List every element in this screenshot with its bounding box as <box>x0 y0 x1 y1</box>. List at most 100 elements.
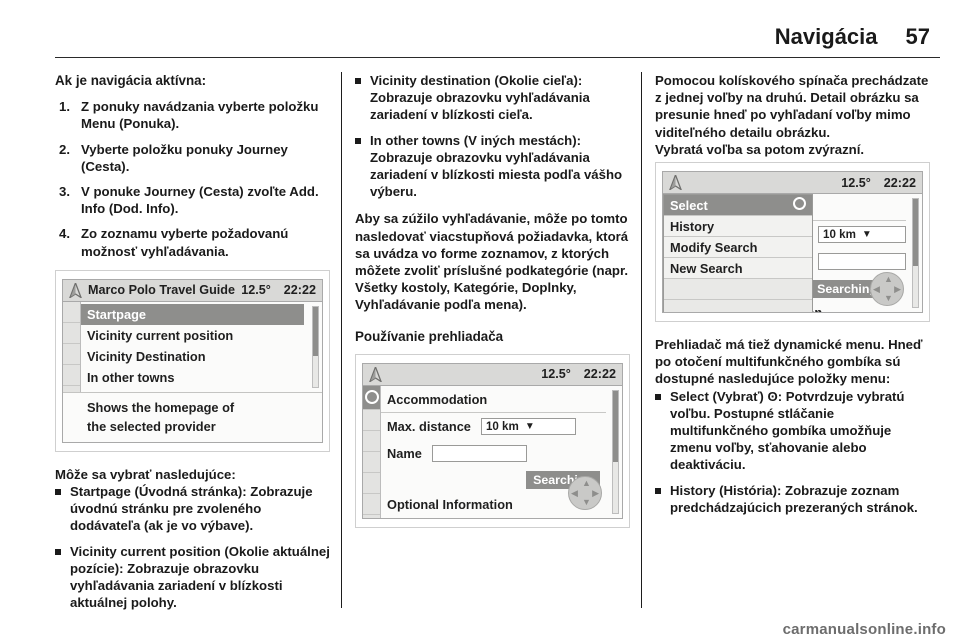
scrollbar-thumb[interactable] <box>313 306 318 357</box>
knob-icon <box>793 195 806 216</box>
menu-item-new-search[interactable]: New Search <box>664 258 812 280</box>
hint-line-1: Shows the homepage of <box>87 399 235 415</box>
col1-steps-list: Z ponuky navádzania vyberte položku Menu… <box>55 98 330 260</box>
dpad-down-icon: ▼ <box>884 293 893 304</box>
navigation-arrow-icon <box>669 175 682 191</box>
page-number: 57 <box>905 24 930 49</box>
dpad-right-icon: ▶ <box>894 284 901 295</box>
select-value: 10 km <box>485 419 519 433</box>
form-row-max-distance: Max. distance 10 km ▼ <box>380 413 606 440</box>
list-item-in-other-towns[interactable]: In other towns <box>80 367 306 388</box>
select-max-distance[interactable]: 10 km ▼ <box>818 226 906 244</box>
chevron-down-icon: ▼ <box>524 420 535 432</box>
chevron-down-icon: ▼ <box>861 229 872 241</box>
left-rail <box>363 385 381 518</box>
col1-bullet-list: Startpage (Úvodná stránka): Zobrazuje úv… <box>55 483 330 611</box>
screen-body: 10 km ▼ Searching ▲ ▼ ◀ ▶ Select History… <box>663 194 922 313</box>
screenshot-marco-polo-travel-guide: Marco Polo Travel Guide 12.5° 22:22 Star… <box>55 269 330 452</box>
select-value: 10 km <box>823 228 856 242</box>
input-name[interactable] <box>818 253 906 271</box>
screenshot-dynamic-menu: 12.5° 22:22 10 km ▼ Searching ▲ ▼ ◀ ▶ Se… <box>655 162 930 323</box>
menu-item-label: Modify Search <box>670 239 758 255</box>
rail-cell <box>63 344 80 365</box>
col3-paragraph-3: Prehliadač má tiež dynamické menu. Hneď … <box>655 337 923 387</box>
temperature-readout: 12.5° <box>841 175 871 190</box>
scrollbar[interactable] <box>912 198 919 309</box>
menu-item-history[interactable]: History <box>664 216 812 238</box>
rail-cell <box>63 302 80 323</box>
rail-cell <box>63 323 80 344</box>
dpad-right-icon: ▶ <box>592 487 599 498</box>
col3-bullet-list: Select (Vybrať) ʘ: Potvrdzuje vybratú vo… <box>655 388 930 516</box>
select-max-distance[interactable]: 10 km ▼ <box>480 417 576 435</box>
list-item: Vicinity destination (Okolie cieľa): Zob… <box>355 72 630 124</box>
screen-body: Accommodation Max. distance 10 km ▼ Name… <box>363 385 622 518</box>
col3-paragraph-2: Vybratá voľba sa potom zvýrazní. <box>655 141 865 157</box>
col2-bullet-list: Vicinity destination (Okolie cieľa): Zob… <box>355 72 630 200</box>
scrollbar[interactable] <box>312 305 319 388</box>
clock-readout: 22:22 <box>583 367 616 382</box>
list-item-vicinity-destination[interactable]: Vicinity Destination <box>80 346 306 367</box>
manual-page: Navigácia 57 Ak je navigácia aktívna: Z … <box>0 0 960 642</box>
dpad-up-icon: ▲ <box>884 274 893 285</box>
list-item-vicinity-current-position[interactable]: Vicinity current position <box>80 325 306 346</box>
col2-paragraph: Aby sa zúžilo vyhľadávanie, môže po tomt… <box>355 211 629 313</box>
scrollbar[interactable] <box>612 389 619 514</box>
rail-cell <box>363 494 380 515</box>
header-divider <box>55 57 940 58</box>
scrollbar-thumb[interactable] <box>913 199 918 266</box>
label-optional-information: Optional Information <box>387 497 513 513</box>
list-item: Vyberte položku ponuky Journey (Cesta). <box>59 141 288 174</box>
page-header: Navigácia 57 <box>55 16 930 50</box>
col2-heading: Používanie prehliadača <box>355 328 504 344</box>
form-title-accommodation: Accommodation <box>380 388 606 413</box>
label-max-distance: Max. distance <box>387 418 471 434</box>
column-3: Pomocou kolískového spínača prechádzate … <box>655 72 930 614</box>
label-name: Name <box>387 445 422 461</box>
list-item: Z ponuky navádzania vyberte položku Menu… <box>59 98 319 132</box>
list-item: Startpage (Úvodná stránka): Zobrazuje úv… <box>55 483 330 535</box>
dynamic-menu-overlay: Select History Modify Search New Search <box>663 194 813 313</box>
list-item: V ponuke Journey (Cesta) zvoľte Add. Inf… <box>59 183 319 217</box>
menu-item-modify-search[interactable]: Modify Search <box>664 237 812 259</box>
rail-cell <box>63 365 80 386</box>
menu-item-select[interactable]: Select <box>664 195 812 217</box>
col3-paragraph-1: Pomocou kolískového spínača prechádzate … <box>655 73 929 140</box>
navigation-arrow-icon <box>69 282 82 298</box>
rail-cell <box>363 410 380 431</box>
list-item: Zo zoznamu vyberte požadovanú možnosť vy… <box>59 225 289 259</box>
menu-item-label: History <box>670 218 715 234</box>
menu-item-label: Select <box>670 197 708 213</box>
dpad-left-icon: ◀ <box>571 487 578 498</box>
screen-title: Marco Polo Travel Guide <box>88 283 235 298</box>
temperature-readout: 12.5° <box>241 283 271 298</box>
column-divider-2 <box>641 72 642 608</box>
rail-cell-selected[interactable] <box>363 385 380 410</box>
list-item: Select (Vybrať) ʘ: Potvrdzuje vybratú vo… <box>655 388 930 474</box>
dpad-icon[interactable]: ▲ ▼ ◀ ▶ <box>870 272 904 307</box>
input-name[interactable] <box>431 444 527 462</box>
menu-item-label: New Search <box>670 260 743 276</box>
content-columns: Ak je navigácia aktívna: Z ponuky navádz… <box>55 72 942 614</box>
list-item: Vicinity current position (Okolie aktuál… <box>55 543 330 612</box>
dpad-icon[interactable]: ▲ ▼ ◀ ▶ <box>568 475 602 510</box>
navigation-arrow-icon <box>369 366 382 382</box>
list-item-startpage[interactable]: Startpage <box>80 303 304 325</box>
device-screen-2: 12.5° 22:22 Accommodation Max. distance … <box>362 362 623 519</box>
list-item: In other towns (V iných mestách): Zobraz… <box>355 132 630 201</box>
left-rail <box>63 301 81 392</box>
device-screen-3: 12.5° 22:22 10 km ▼ Searching ▲ ▼ ◀ ▶ Se… <box>662 171 923 314</box>
temperature-readout: 12.5° <box>541 367 571 382</box>
menu-item-empty <box>664 279 812 301</box>
column-1: Ak je navigácia aktívna: Z ponuky navádz… <box>55 72 330 614</box>
form-row-price-category: Price category All ▼ <box>380 516 606 518</box>
column-divider-1 <box>341 72 342 608</box>
device-screen-1: Marco Polo Travel Guide 12.5° 22:22 Star… <box>62 278 323 443</box>
dpad-down-icon: ▼ <box>582 496 591 507</box>
scrollbar-thumb[interactable] <box>613 390 618 462</box>
clock-readout: 22:22 <box>883 175 916 190</box>
status-bar: 12.5° 22:22 <box>663 172 922 195</box>
dpad-up-icon: ▲ <box>582 477 591 488</box>
menu-list: Startpage Vicinity current position Vici… <box>80 302 306 388</box>
screenshot-accommodation-search: 12.5° 22:22 Accommodation Max. distance … <box>355 353 630 528</box>
